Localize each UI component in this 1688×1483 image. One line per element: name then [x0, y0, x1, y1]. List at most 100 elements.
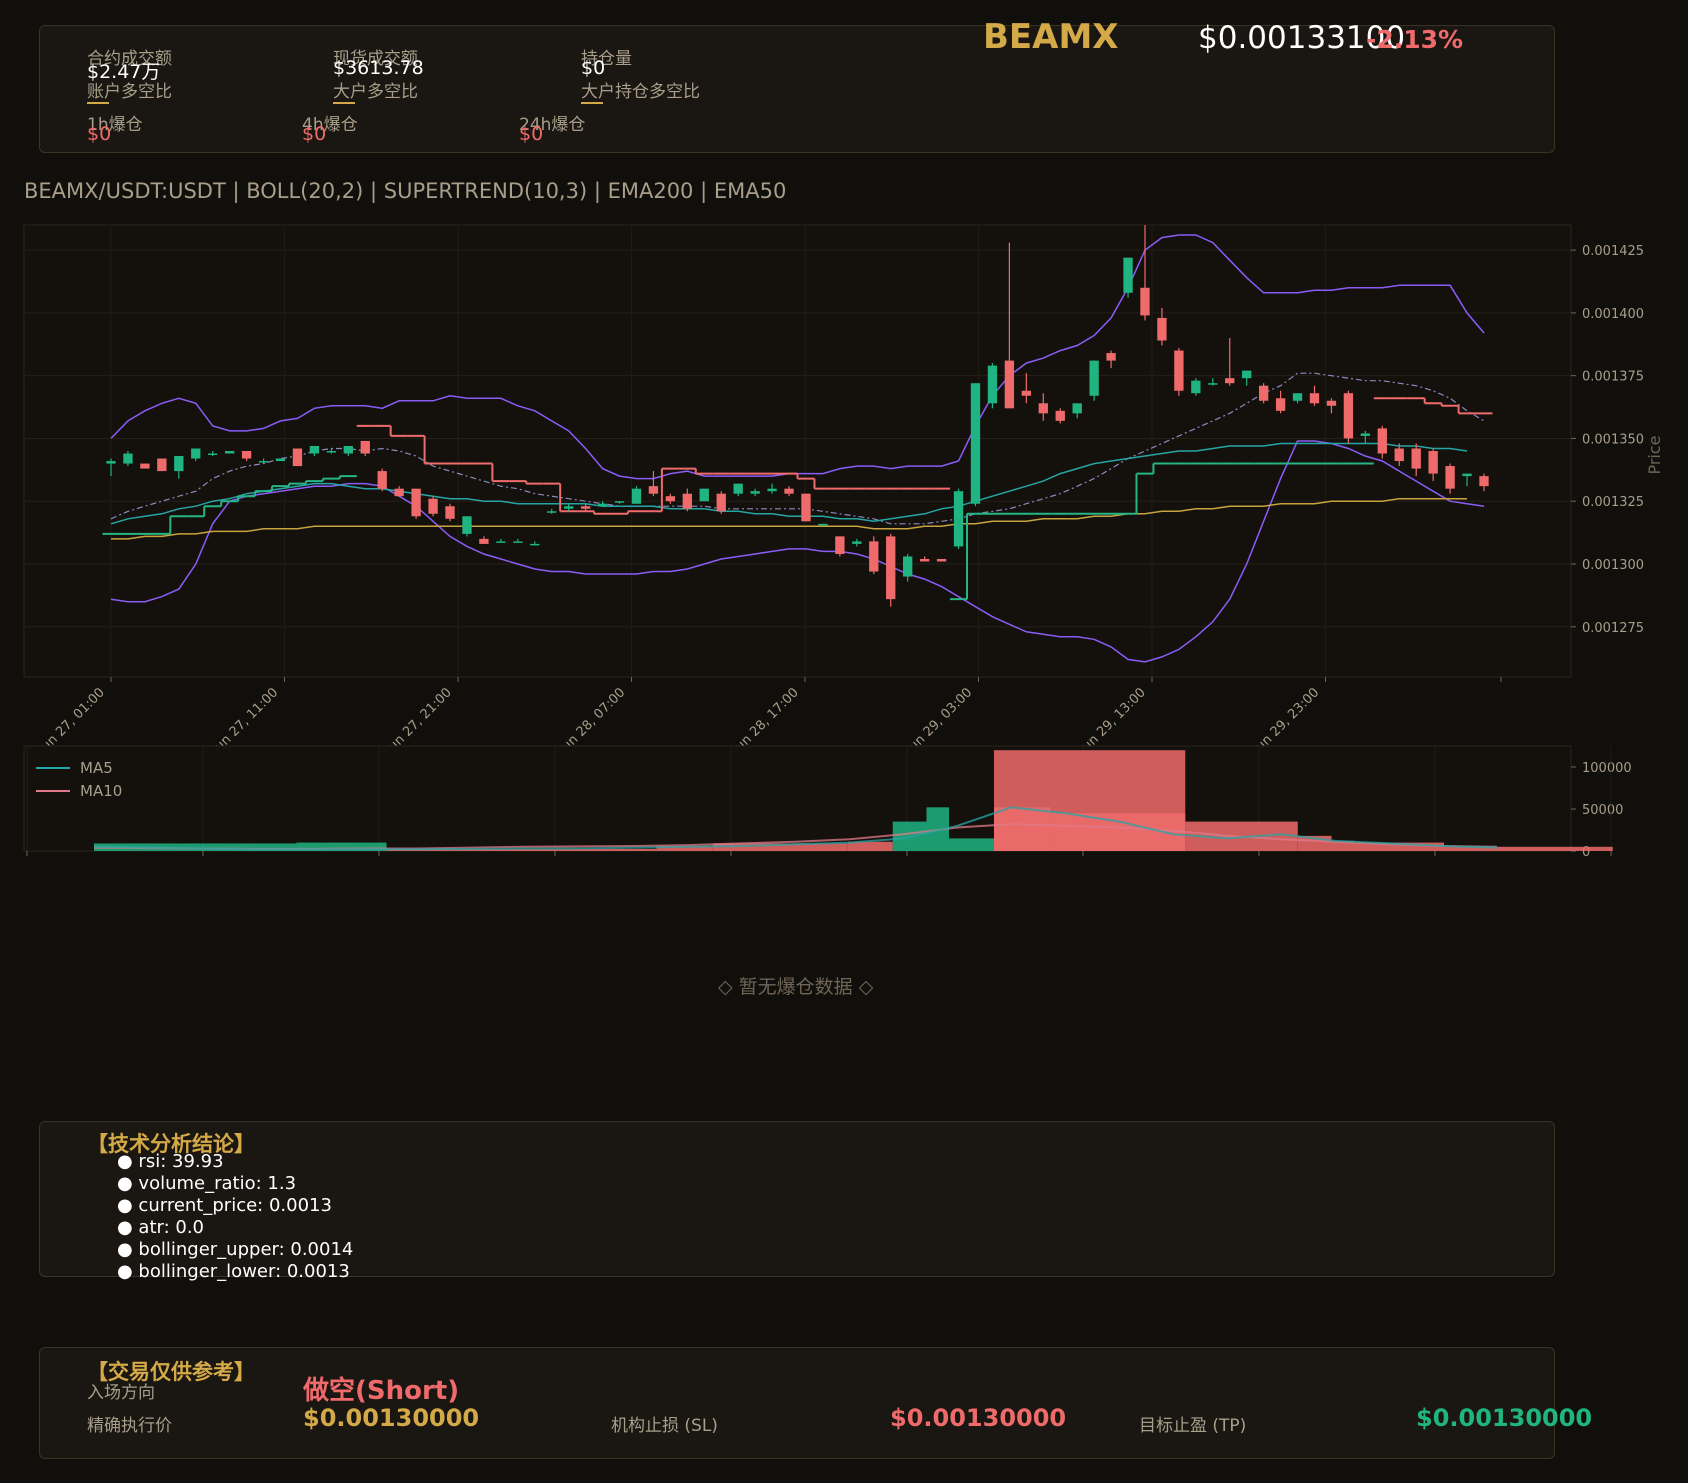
y-tick-label: 0.001300 [1582, 558, 1644, 573]
candle-up [767, 488, 777, 492]
candle-down [1157, 317, 1167, 341]
candle-down [886, 536, 896, 600]
candle-down [1479, 476, 1489, 487]
candle-up [818, 523, 828, 526]
legend-ma10: MA10 [36, 779, 122, 802]
candle-up [1072, 403, 1082, 414]
entry-price-value: $0.00130000 [303, 1404, 480, 1432]
candle-up [174, 456, 184, 472]
candle-up [631, 488, 642, 504]
trade-panel: 【交易仅供参考】 入场方向 做空(Short) 精确执行价 $0.0013000… [39, 1347, 1592, 1459]
y-tick-label: 0.001400 [1582, 307, 1644, 322]
liquidation-empty: ◇ 暂无爆仓数据 ◇ [718, 976, 874, 998]
candle-down [936, 558, 947, 562]
candle-up [496, 541, 506, 543]
candle-up [750, 491, 760, 494]
candle-up [326, 451, 337, 453]
candle-down [869, 541, 879, 572]
candle-down [1021, 390, 1031, 396]
legend-ma10-swatch [36, 789, 70, 792]
price-chart[interactable]: 0.001275 0.001300 0.001325 0.001350 0.001375… [0, 0, 1688, 800]
candle-down [1140, 287, 1150, 316]
volume-y-tick-label: 100000 [1582, 761, 1632, 776]
candle-up [462, 516, 472, 534]
candle-down [1428, 451, 1438, 474]
candle-up [1123, 257, 1133, 293]
y-axis-label: Price [1645, 435, 1664, 474]
candle-down [1004, 360, 1015, 409]
candle-up [1208, 383, 1218, 385]
candle-up [699, 488, 709, 502]
candle-down [377, 471, 387, 489]
stop-loss-value: $0.00130000 [890, 1404, 1067, 1432]
candle-down [835, 536, 845, 554]
candle-down [801, 493, 811, 522]
take-profit-label: 目标止盈 (TP) [1139, 1416, 1247, 1436]
candle-up [224, 451, 235, 454]
entry-price-label: 精确执行价 [87, 1416, 172, 1436]
candle-down [394, 488, 404, 497]
candle-down [1225, 378, 1235, 384]
candle-down [157, 458, 167, 472]
take-profit-value: $0.00130000 [1416, 1404, 1593, 1432]
analysis-item: ● rsi: 39.93 [117, 1151, 224, 1172]
candle-up [564, 506, 574, 509]
candle-down [360, 440, 370, 454]
candle-up [1462, 473, 1472, 477]
y-tick-label: 0.001275 [1582, 621, 1644, 636]
y-tick-label: 0.001325 [1582, 495, 1644, 510]
candle-down [140, 463, 150, 469]
candle-up [733, 483, 743, 494]
candle-up [1242, 370, 1252, 379]
candle-down [716, 493, 726, 512]
candle-down [1411, 448, 1421, 469]
plot-area [23, 224, 1572, 678]
analysis-item: ● current_price: 0.0013 [117, 1195, 332, 1216]
direction-value: 做空(Short) [303, 1376, 460, 1406]
candle-up [513, 541, 523, 543]
candle-down [784, 488, 794, 494]
y-tick-label: 0.001375 [1582, 370, 1644, 385]
analysis-item: ● atr: 0.0 [117, 1217, 205, 1238]
volume-bar [949, 838, 994, 851]
volume-legend: MA5 MA10 [36, 756, 122, 802]
volume-y-tick-label: 50000 [1582, 803, 1623, 818]
candle-down [1174, 350, 1184, 391]
candle-up [547, 511, 557, 513]
candle-up [309, 445, 320, 454]
candle-up [208, 453, 218, 456]
candle-down [445, 506, 455, 519]
candle-up [614, 501, 625, 503]
candle-down [1445, 466, 1455, 489]
candle-down [682, 493, 692, 509]
legend-ma5-label: MA5 [80, 758, 113, 777]
candle-up [258, 461, 269, 463]
candle-down [919, 558, 930, 562]
legend-ma5-swatch [36, 766, 70, 769]
candle-up [852, 541, 862, 544]
legend-ma5: MA5 [36, 756, 122, 779]
legend-ma10-label: MA10 [80, 781, 123, 800]
candle-up [903, 556, 913, 577]
volume-chart[interactable]: 050000100000 [0, 740, 1688, 860]
candle-down [1309, 393, 1320, 404]
candle-down [1038, 403, 1048, 414]
candle-up [1292, 393, 1303, 401]
candle-down [1106, 353, 1116, 361]
candle-down [1275, 398, 1286, 411]
direction-label: 入场方向 [87, 1383, 155, 1403]
candle-up [191, 448, 201, 459]
candle-down [411, 488, 421, 517]
candle-down [428, 498, 438, 514]
candle-up [1089, 360, 1099, 396]
candle-up [987, 365, 998, 404]
candle-up [530, 543, 540, 546]
candle-up [970, 383, 981, 504]
analysis-item: ● bollinger_lower: 0.0013 [117, 1261, 350, 1282]
y-tick-label: 0.001425 [1582, 244, 1644, 259]
candle-up [343, 445, 353, 454]
candle-down [241, 451, 252, 459]
stop-loss-label: 机构止损 (SL) [611, 1416, 718, 1436]
candle-down [1258, 385, 1269, 401]
analysis-item: ● volume_ratio: 1.3 [117, 1173, 297, 1194]
